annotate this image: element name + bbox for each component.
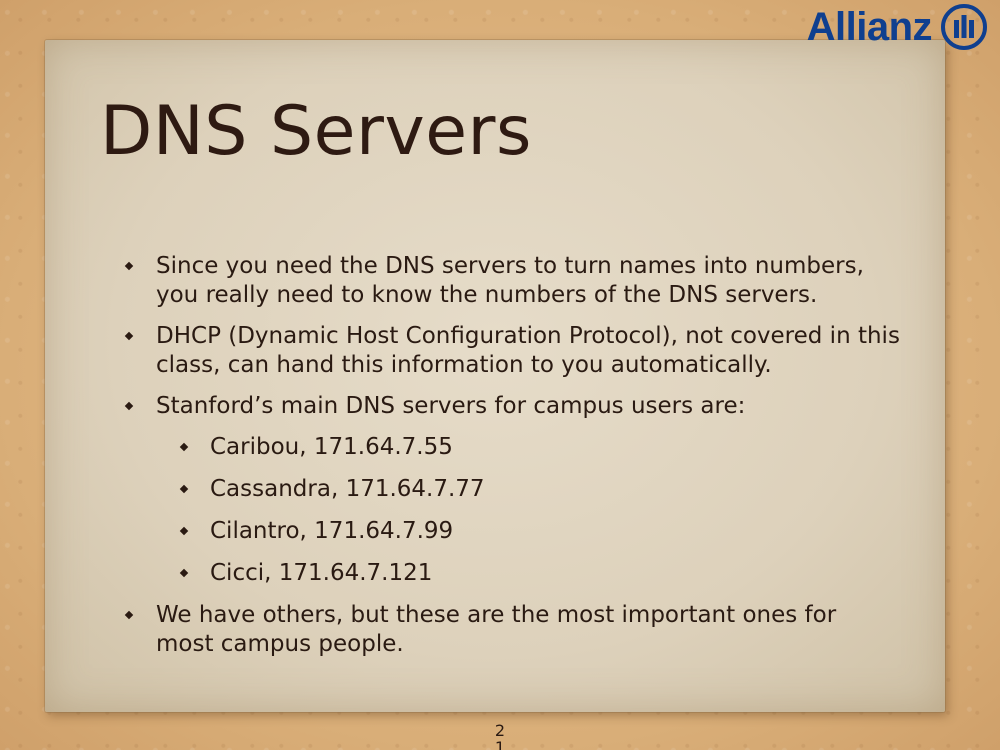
bullet-item: DHCP (Dynamic Host Configuration Protoco… bbox=[120, 322, 900, 380]
diamond-bullet-icon bbox=[179, 484, 189, 494]
diamond-bullet-icon bbox=[179, 442, 189, 452]
brand-name: Allianz bbox=[806, 4, 933, 49]
sub-bullet-item: Cicci, 171.64.7.121 bbox=[120, 559, 900, 588]
slide-title: DNS Servers bbox=[100, 92, 532, 171]
diamond-bullet-icon bbox=[124, 610, 134, 620]
sub-bullet-item: Cassandra, 171.64.7.77 bbox=[120, 475, 900, 504]
bullet-text: Cicci, 171.64.7.121 bbox=[210, 560, 433, 586]
bullet-item: Since you need the DNS servers to turn n… bbox=[120, 252, 900, 310]
sub-bullet-item: Cilantro, 171.64.7.99 bbox=[120, 517, 900, 546]
diamond-bullet-icon bbox=[124, 401, 134, 411]
bullet-text: Cassandra, 171.64.7.77 bbox=[210, 476, 485, 502]
allianz-eagle-icon bbox=[941, 4, 987, 50]
bullet-item: Stanford’s main DNS servers for campus u… bbox=[120, 392, 900, 421]
diamond-bullet-icon bbox=[124, 331, 134, 341]
bullet-text: Since you need the DNS servers to turn n… bbox=[156, 253, 864, 308]
diamond-bullet-icon bbox=[179, 526, 189, 536]
diamond-bullet-icon bbox=[124, 261, 134, 271]
diamond-bullet-icon bbox=[179, 568, 189, 578]
page-number: 21 bbox=[494, 721, 506, 750]
brand-logo: Allianz bbox=[807, 2, 988, 52]
bullet-item: We have others, but these are the most i… bbox=[120, 601, 900, 659]
bullet-list: Since you need the DNS servers to turn n… bbox=[120, 252, 900, 671]
bullet-text: Stanford’s main DNS servers for campus u… bbox=[156, 393, 746, 419]
sub-bullet-item: Caribou, 171.64.7.55 bbox=[120, 433, 900, 462]
bullet-text: Cilantro, 171.64.7.99 bbox=[210, 518, 454, 544]
bullet-text: We have others, but these are the most i… bbox=[156, 602, 837, 657]
bullet-text: Caribou, 171.64.7.55 bbox=[210, 434, 453, 460]
bullet-text: DHCP (Dynamic Host Configuration Protoco… bbox=[156, 323, 900, 378]
